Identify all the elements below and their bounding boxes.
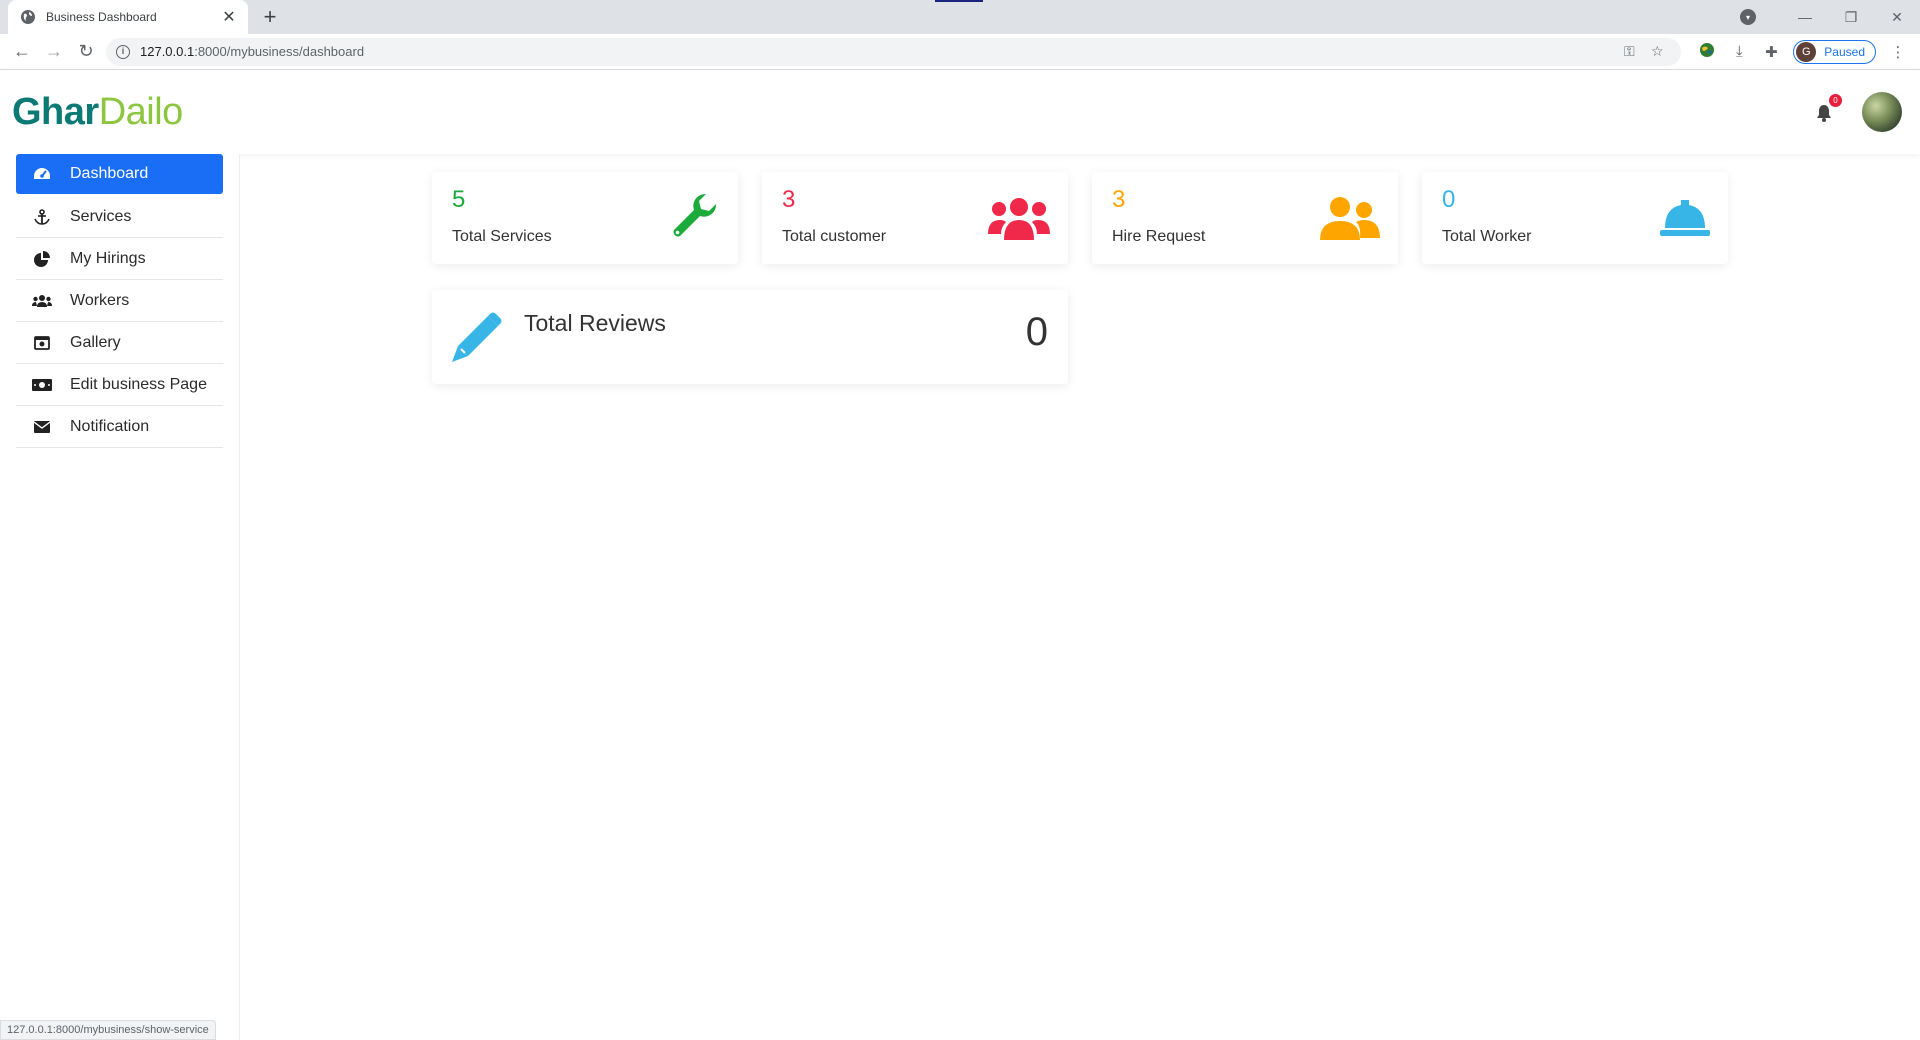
- stat-label: Total customer: [782, 228, 887, 245]
- users-icon: [32, 294, 52, 308]
- extensions-puzzle-icon[interactable]: ✚: [1755, 43, 1787, 61]
- reload-icon[interactable]: ↻: [70, 36, 102, 68]
- tab-title: Business Dashboard: [46, 10, 157, 24]
- hard-hat-icon: [1660, 200, 1710, 236]
- bell-icon: [1817, 105, 1831, 122]
- new-tab-button[interactable]: +: [258, 6, 282, 30]
- back-icon[interactable]: ←: [6, 36, 38, 68]
- logo-part1: Ghar: [12, 90, 99, 133]
- close-window-icon[interactable]: ✕: [1874, 9, 1920, 26]
- tab-indicator: [935, 0, 983, 2]
- site-info-icon[interactable]: i: [116, 44, 130, 59]
- profile-button[interactable]: G Paused: [1793, 39, 1876, 64]
- browser-tab[interactable]: Business Dashboard ✕: [8, 0, 248, 34]
- pie-chart-icon: [32, 250, 52, 267]
- tab-search-icon[interactable]: ▾: [1740, 9, 1756, 25]
- stat-label: Total Worker: [1442, 228, 1532, 245]
- stat-value: 5: [452, 186, 466, 213]
- extension-globe-icon[interactable]: [1691, 42, 1723, 62]
- sidebar-item-dashboard[interactable]: Dashboard: [16, 154, 223, 194]
- camera-icon: [32, 335, 52, 350]
- stat-card-total-worker[interactable]: 0 Total Worker: [1422, 172, 1728, 264]
- sidebar-item-workers[interactable]: Workers: [16, 280, 223, 322]
- user-friends-icon: [1320, 197, 1380, 240]
- speedometer-icon: [32, 167, 52, 181]
- sidebar-item-label: My Hirings: [70, 249, 146, 267]
- sidebar-item-gallery[interactable]: Gallery: [16, 322, 223, 364]
- globe-icon: [21, 10, 35, 24]
- browser-tabbar: Business Dashboard ✕ + ▾ — ❐ ✕: [0, 0, 1920, 34]
- tab-close-icon[interactable]: ✕: [220, 7, 238, 27]
- sidebar-item-label: Services: [70, 207, 132, 225]
- restore-icon[interactable]: ❐: [1828, 9, 1874, 26]
- pencil-icon: [452, 312, 502, 362]
- browser-status-url: 127.0.0.1:8000/mybusiness/show-service: [0, 1020, 216, 1040]
- sidebar-item-edit-business-page[interactable]: Edit business Page: [16, 364, 223, 406]
- anchor-icon: [32, 208, 52, 225]
- envelope-icon: [32, 420, 52, 433]
- stat-card-total-customer[interactable]: 3 Total customer: [762, 172, 1068, 264]
- url-host: 127.0.0.1: [140, 44, 195, 59]
- window-controls: ▾ — ❐ ✕: [1740, 0, 1920, 34]
- stat-value: 0: [1442, 186, 1456, 213]
- stat-card-hire-request[interactable]: 3 Hire Request: [1092, 172, 1398, 264]
- browser-toolbar: ← → ↻ i 127.0.0.1 :8000/mybusiness/dashb…: [0, 34, 1920, 70]
- address-bar[interactable]: i 127.0.0.1 :8000/mybusiness/dashboard ⚿…: [106, 37, 1682, 66]
- logo[interactable]: GharDailo: [12, 91, 183, 134]
- users-icon: [988, 198, 1050, 240]
- sidebar-item-services[interactable]: Services: [16, 196, 223, 238]
- forward-icon[interactable]: →: [38, 36, 70, 68]
- menu-kebab-icon[interactable]: ⋮: [1882, 43, 1914, 61]
- money-bill-icon: [32, 378, 52, 391]
- sidebar-item-label: Workers: [70, 291, 130, 309]
- reviews-title: Total Reviews: [524, 310, 666, 336]
- stat-value: 3: [782, 186, 796, 213]
- stat-value: 3: [1112, 186, 1126, 213]
- minimize-icon[interactable]: —: [1782, 9, 1828, 25]
- profile-status: Paused: [1824, 44, 1865, 59]
- header-actions: 0: [1816, 92, 1902, 132]
- reviews-count: 0: [1025, 310, 1048, 354]
- stat-card-total-reviews[interactable]: Total Reviews 0: [432, 290, 1068, 384]
- wrench-icon: [673, 193, 717, 237]
- stat-label: Total Services: [452, 228, 552, 245]
- sidebar-item-my-hirings[interactable]: My Hirings: [16, 238, 223, 280]
- profile-avatar: G: [1796, 41, 1817, 62]
- user-avatar[interactable]: [1862, 92, 1902, 132]
- url-path: :8000/mybusiness/dashboard: [194, 44, 365, 59]
- key-icon[interactable]: ⚿: [1615, 43, 1643, 60]
- sidebar: Dashboard Services My Hirings Workers Ga…: [0, 154, 240, 1040]
- download-icon[interactable]: ⤓: [1723, 43, 1755, 60]
- logo-part2: Dailo: [98, 90, 184, 133]
- sidebar-item-label: Notification: [70, 417, 150, 435]
- app-header: GharDailo 0: [0, 70, 1920, 154]
- notification-badge: 0: [1829, 94, 1842, 107]
- stat-card-total-services[interactable]: 5 Total Services: [432, 172, 738, 264]
- star-icon[interactable]: ☆: [1643, 43, 1671, 60]
- notification-bell[interactable]: 0: [1816, 94, 1842, 123]
- sidebar-item-label: Edit business Page: [70, 375, 207, 393]
- sidebar-item-notification[interactable]: Notification: [16, 406, 223, 448]
- sidebar-item-label: Dashboard: [70, 165, 149, 182]
- stat-label: Hire Request: [1112, 228, 1206, 245]
- sidebar-item-label: Gallery: [70, 333, 121, 351]
